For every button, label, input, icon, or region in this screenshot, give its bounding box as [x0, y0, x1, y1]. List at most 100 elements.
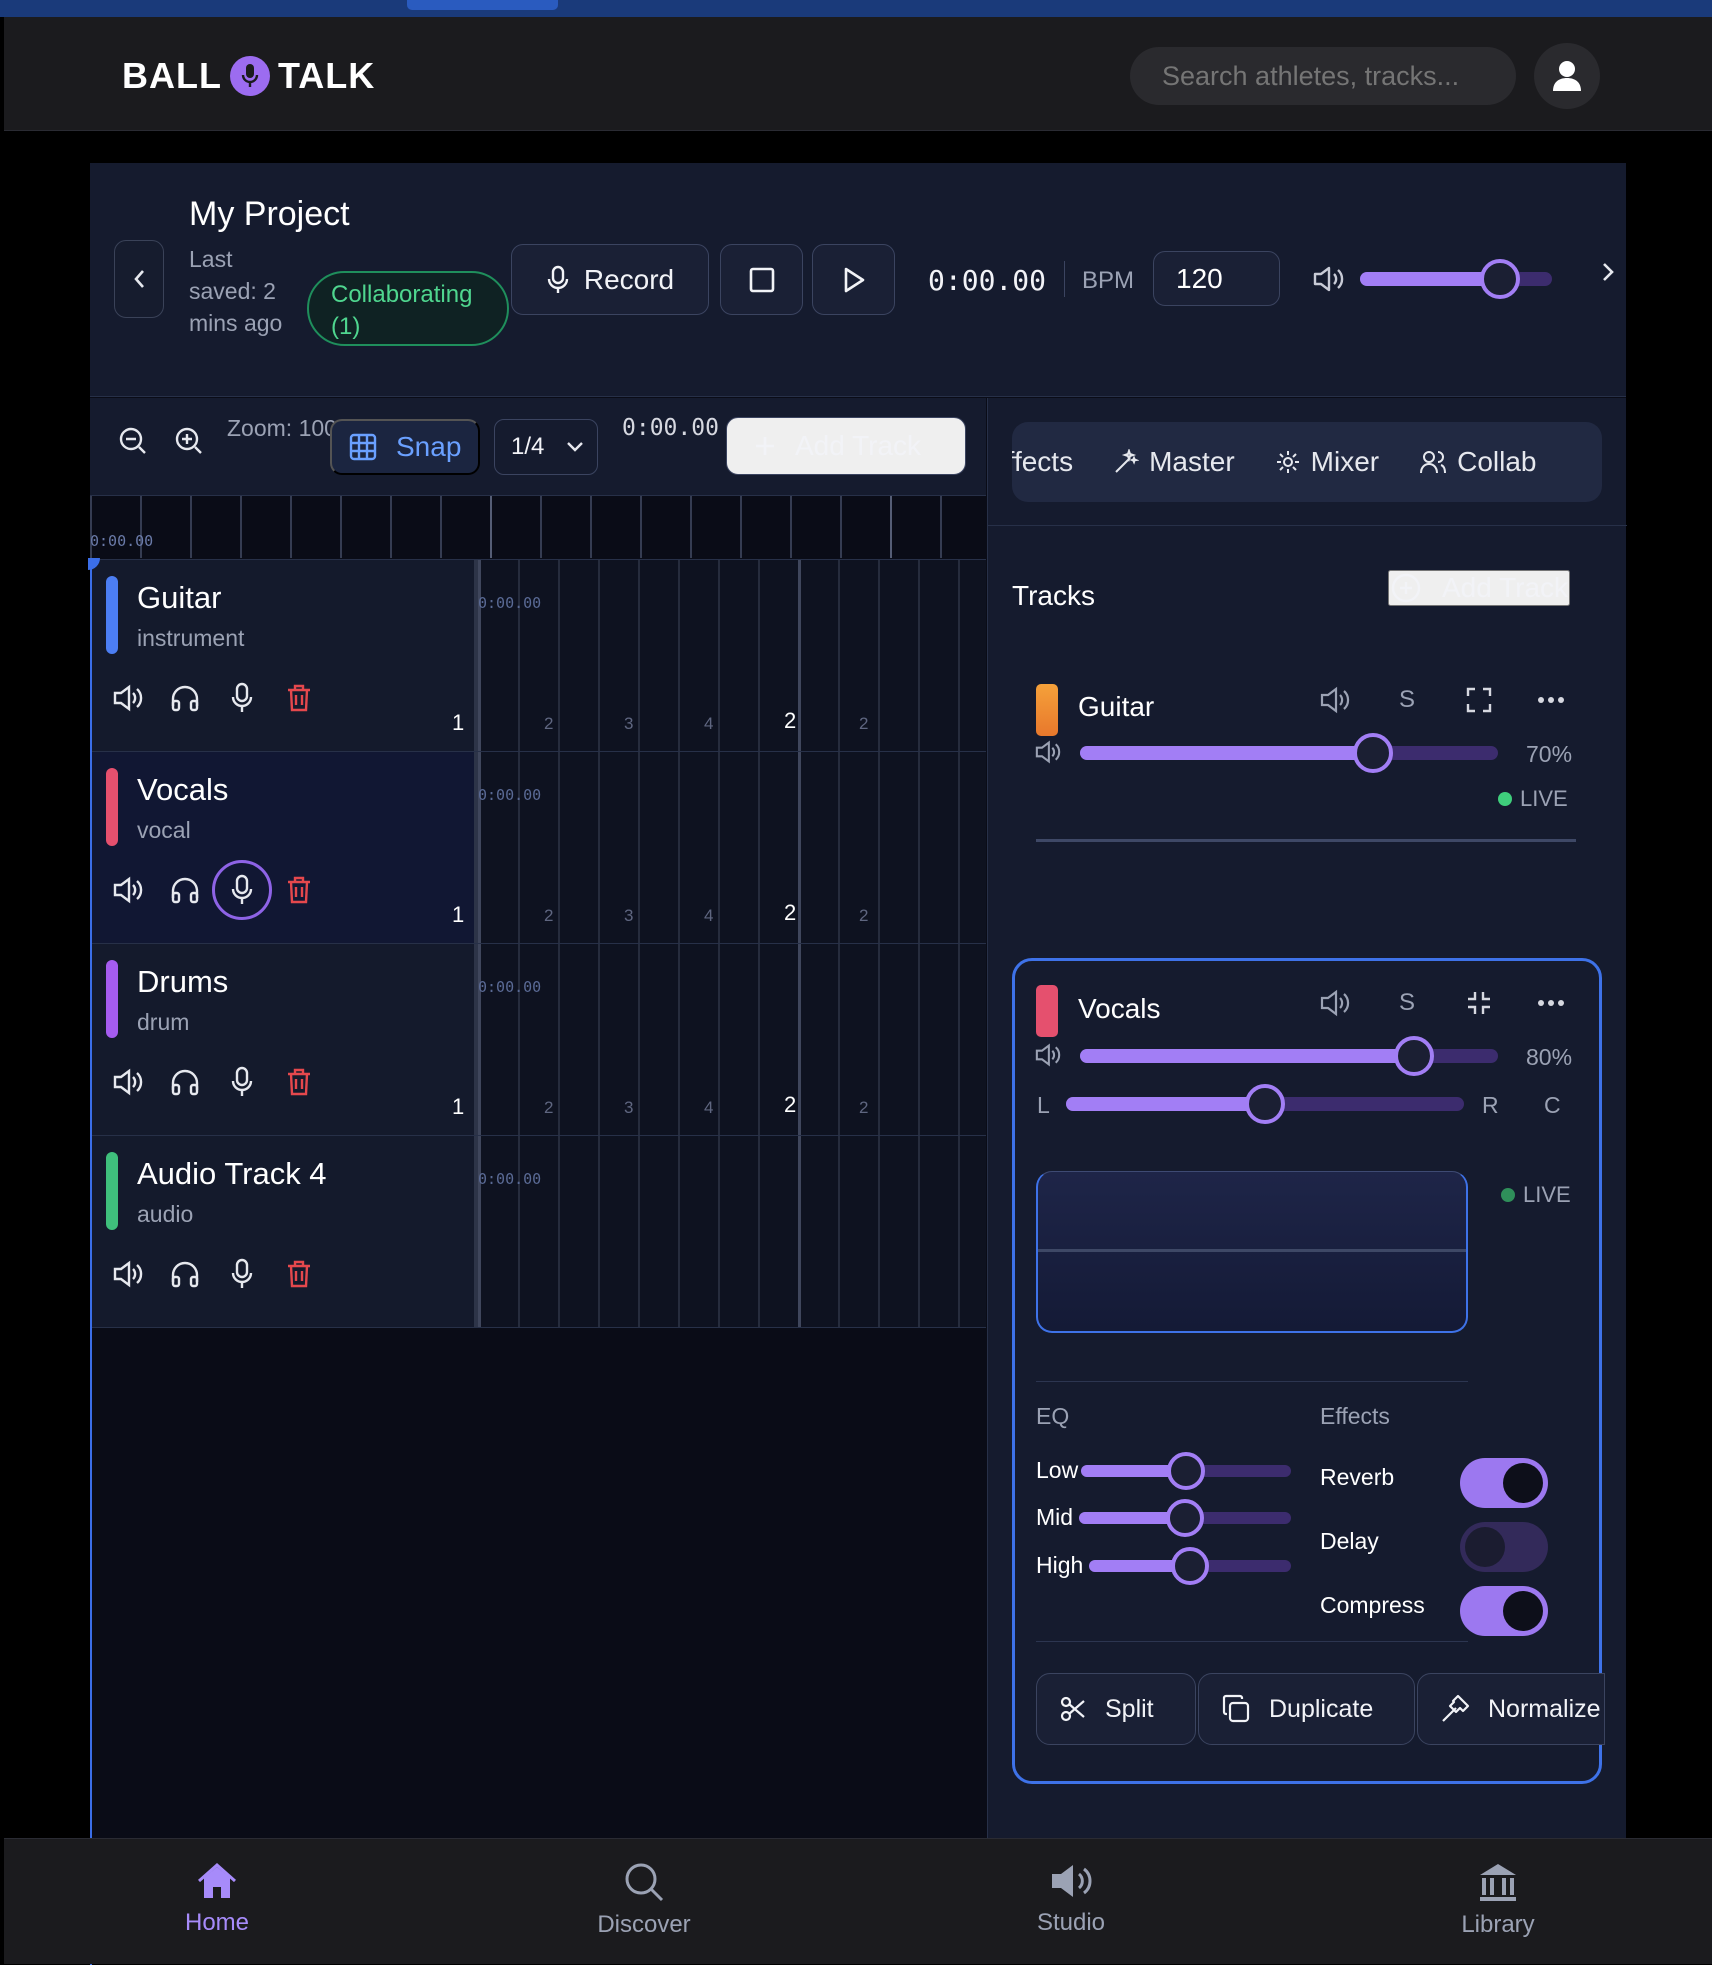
last-saved-text: Last saved: 2 mins ago: [189, 246, 283, 336]
eq-low-knob[interactable]: [1167, 1452, 1205, 1490]
eq-low-slider[interactable]: [1081, 1452, 1291, 1490]
master-volume-slider[interactable]: [1360, 259, 1552, 299]
more-options-icon[interactable]: [1528, 999, 1574, 1007]
volume-icon[interactable]: [1312, 686, 1358, 714]
nav-studio[interactable]: Studio: [971, 1861, 1171, 1937]
stop-button[interactable]: [720, 244, 803, 315]
timeline-ruler[interactable]: 0:00.00: [90, 496, 986, 560]
duplicate-button[interactable]: Duplicate: [1198, 1673, 1415, 1745]
tab-collab[interactable]: Collab: [1399, 422, 1556, 502]
zoom-in-icon[interactable]: [174, 426, 204, 461]
guitar-volume-slider[interactable]: [1080, 733, 1498, 773]
trash-icon[interactable]: [279, 678, 319, 718]
split-button[interactable]: Split: [1036, 1673, 1196, 1745]
nav-library[interactable]: Library: [1398, 1861, 1598, 1939]
chevron-right-icon[interactable]: [1600, 260, 1616, 289]
search-icon: [625, 1863, 664, 1902]
more-options-icon[interactable]: [1528, 696, 1574, 704]
tab-master[interactable]: Master: [1093, 422, 1255, 502]
nav-discover[interactable]: Discover: [544, 1861, 744, 1939]
expand-icon[interactable]: [1456, 686, 1502, 714]
vocals-volume-slider[interactable]: [1080, 1036, 1498, 1076]
vocals-volume-fill: [1080, 1049, 1415, 1063]
track-lane[interactable]: 0:00.00 2 3 4 2 2: [474, 944, 986, 1135]
trash-icon[interactable]: [279, 1254, 319, 1294]
record-arm-icon[interactable]: [222, 1254, 262, 1294]
record-arm-icon[interactable]: [222, 678, 262, 718]
delay-toggle[interactable]: [1460, 1522, 1548, 1572]
track-name: Drums: [137, 964, 229, 999]
headphones-icon[interactable]: [165, 1062, 205, 1102]
track-row[interactable]: Drums drum 1 0:00.00 2 3 4 2 2: [90, 944, 986, 1136]
guitar-volume-value: 70%: [1526, 741, 1573, 767]
grid-line: [518, 944, 520, 1135]
playhead[interactable]: [88, 558, 100, 1965]
headphones-icon[interactable]: [165, 678, 205, 718]
vocals-pan-knob[interactable]: [1245, 1084, 1285, 1124]
trash-icon[interactable]: [279, 870, 319, 910]
normalize-button[interactable]: Normalize: [1417, 1673, 1605, 1745]
brand-logo[interactable]: BALL TALK: [122, 55, 375, 97]
track-header[interactable]: Audio Track 4 audio: [90, 1136, 475, 1327]
track-lane[interactable]: 0:00.00: [474, 1136, 986, 1327]
nav-home[interactable]: Home: [117, 1861, 317, 1937]
record-arm-icon[interactable]: [222, 1062, 262, 1102]
volume-icon[interactable]: [1312, 265, 1346, 298]
track-lane[interactable]: 0:00.00 2 3 4 2 2: [474, 560, 986, 751]
headphones-icon[interactable]: [165, 870, 205, 910]
mute-icon[interactable]: [108, 678, 148, 718]
vocals-volume-knob[interactable]: [1394, 1036, 1435, 1076]
ruler-tick: [440, 496, 442, 558]
track-header[interactable]: Vocals vocal 1: [90, 752, 475, 943]
track-header[interactable]: Drums drum 1: [90, 944, 475, 1135]
grid-line: [958, 560, 960, 751]
bpm-input[interactable]: [1153, 251, 1280, 306]
record-arm-icon[interactable]: [212, 860, 272, 920]
chevron-down-icon: [567, 442, 584, 452]
headphones-icon[interactable]: [165, 1254, 205, 1294]
collaborating-badge[interactable]: Collaborating (1): [307, 271, 509, 346]
track-row[interactable]: Audio Track 4 audio 0:00.00: [90, 1136, 986, 1328]
grid-line: [918, 752, 920, 943]
play-button[interactable]: [812, 244, 895, 315]
mute-icon[interactable]: [108, 870, 148, 910]
guitar-volume-knob[interactable]: [1352, 733, 1393, 773]
grid-line: [518, 1136, 520, 1327]
track-type: instrument: [137, 625, 245, 651]
collapse-icon[interactable]: [1456, 989, 1502, 1017]
solo-button[interactable]: S: [1384, 989, 1430, 1017]
eq-high-knob[interactable]: [1171, 1547, 1209, 1585]
mute-icon[interactable]: [108, 1254, 148, 1294]
zoom-out-icon[interactable]: [118, 426, 148, 461]
panel-add-track-button[interactable]: Add Track: [1388, 570, 1571, 606]
track-header[interactable]: Guitar instrument 1: [90, 560, 475, 751]
grid-select[interactable]: 1/4: [494, 419, 598, 475]
reverb-toggle[interactable]: [1460, 1458, 1548, 1508]
record-button[interactable]: Record: [511, 244, 709, 315]
search-input[interactable]: [1130, 47, 1516, 105]
master-volume-knob[interactable]: [1480, 259, 1521, 299]
add-track-button[interactable]: Add Track: [726, 417, 966, 475]
tab-mixer[interactable]: Mixer: [1255, 422, 1399, 502]
eq-mid-slider[interactable]: [1079, 1499, 1291, 1537]
user-avatar[interactable]: [1534, 43, 1600, 109]
mute-icon[interactable]: [108, 1062, 148, 1102]
back-button[interactable]: [114, 240, 164, 318]
delay-label: Delay: [1320, 1528, 1379, 1554]
track-lane[interactable]: 0:00.00 2 3 4 2 2: [474, 752, 986, 943]
track-row[interactable]: Vocals vocal 1 0:00.00 2 3 4 2 2: [90, 752, 986, 944]
guitar-strip-name: Guitar: [1078, 691, 1155, 722]
vocals-pan-slider[interactable]: [1066, 1084, 1464, 1124]
ruler-tick: [890, 496, 892, 558]
trash-icon[interactable]: [279, 1062, 319, 1102]
vocals-waveform[interactable]: LIVE: [1036, 1171, 1571, 1333]
solo-button[interactable]: S: [1384, 686, 1430, 714]
tab-effects[interactable]: Effects: [1012, 422, 1093, 502]
snap-toggle[interactable]: Snap: [330, 419, 480, 475]
compress-toggle[interactable]: [1460, 1586, 1548, 1636]
track-row[interactable]: Guitar instrument 1 0:00.00 2 3 4 2 2: [90, 560, 986, 752]
eq-high-slider[interactable]: [1089, 1547, 1291, 1585]
volume-icon[interactable]: [1312, 989, 1358, 1017]
eq-mid-knob[interactable]: [1166, 1499, 1204, 1537]
hammer-icon: [1442, 1694, 1470, 1722]
